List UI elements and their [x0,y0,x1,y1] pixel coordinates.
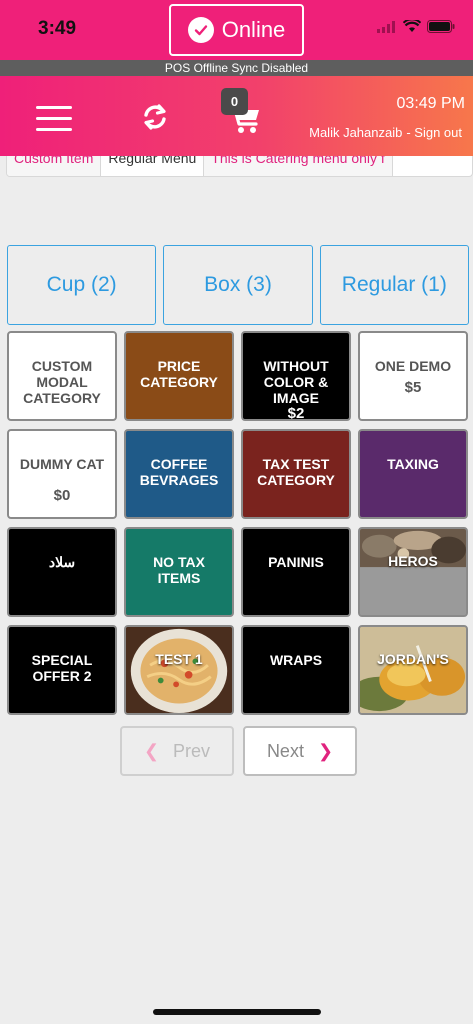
header-clock: 03:49 PM [396,95,465,112]
next-label: Next [266,740,304,761]
sub-category-regular[interactable]: Regular (1) [319,245,469,325]
next-button[interactable]: Next ❯ [243,726,357,776]
heros-food-image [360,529,466,615]
user-info: Malik Jahanzaib - Sign out [309,125,462,140]
category-tile[interactable]: JORDAN'S [358,625,468,715]
sign-out-link[interactable]: - Sign out [406,125,462,140]
category-name: CUSTOM MODAL CATEGORY [23,358,101,406]
category-name: TAXING [387,456,439,472]
category-price: $2 [287,405,305,421]
menu-icon[interactable] [36,106,72,132]
tab-regular-menu[interactable]: Regular Menu [101,156,205,176]
category-name: سلاد [48,554,76,570]
sync-notice: POS Offline Sync Disabled [0,60,473,76]
category-tile[interactable]: PANINIS [241,527,351,617]
check-circle-icon [187,17,214,43]
menu-tabs: Custom Item Regular Menu This is Caterin… [6,156,473,177]
category-tile[interactable]: SPECIAL OFFER 2 [7,625,117,715]
category-tile[interactable]: NO TAX ITEMS [124,527,234,617]
chevron-left-icon: ❮ [143,740,160,761]
sub-category-row: Cup (2) Box (3) Regular (1) [7,245,469,325]
category-name: TAX TEST CATEGORY [257,456,335,488]
category-tile[interactable]: WITHOUT COLOR & IMAGE $2 [241,331,351,421]
chevron-right-icon: ❯ [317,740,334,761]
category-name: NO TAX ITEMS [153,554,205,586]
cart-count-badge: 0 [221,88,248,115]
category-tile[interactable]: COFFEE BEVRAGES [124,429,234,519]
pasta-food-image [126,627,232,713]
prev-button[interactable]: ❮ Prev [120,726,234,776]
user-name: Malik Jahanzaib [309,125,403,140]
tab-catering-menu[interactable]: This is Catering menu only f [204,156,393,176]
category-name: PANINIS [268,554,324,570]
category-name: SPECIAL OFFER 2 [31,652,93,684]
category-name: ONE DEMO [374,358,452,374]
category-tile[interactable]: WRAPS [241,625,351,715]
category-price: $5 [404,379,422,396]
signal-icon [377,20,397,38]
pagination: ❮ Prev Next ❯ [120,726,357,776]
category-name: WITHOUT COLOR & IMAGE [263,358,329,406]
category-tile[interactable]: DUMMY CAT $0 [7,429,117,519]
system-icons [377,18,455,38]
online-status-button[interactable]: Online [169,4,304,56]
status-bar: 3:49 Online [0,0,473,60]
category-tile[interactable]: PRICE CATEGORY [124,331,234,421]
online-status-label: Online [221,17,286,42]
category-price: $0 [53,487,71,504]
wifi-icon [402,18,422,38]
category-name: JORDAN'S [377,651,449,667]
jordans-food-image [360,627,466,713]
category-name: TEST 1 [155,651,203,667]
sub-category-box[interactable]: Box (3) [163,245,313,325]
home-indicator [153,1009,321,1015]
tab-custom-item[interactable]: Custom Item [7,156,102,176]
category-name: HEROS [388,553,438,569]
category-name: DUMMY CAT [19,456,105,472]
category-grid: CUSTOM MODAL CATEGORY PRICE CATEGORY WIT… [7,331,469,715]
category-tile[interactable]: سلاد [7,527,117,617]
category-tile[interactable]: CUSTOM MODAL CATEGORY [7,331,117,421]
category-tile[interactable]: ONE DEMO $5 [358,331,468,421]
category-tile[interactable]: TAX TEST CATEGORY [241,429,351,519]
category-name: PRICE CATEGORY [140,358,218,390]
category-name: COFFEE BEVRAGES [139,456,219,488]
category-tile[interactable]: TAXING [358,429,468,519]
battery-icon [427,20,455,38]
status-time: 3:49 [38,18,77,39]
sub-category-cup[interactable]: Cup (2) [7,245,157,325]
category-tile[interactable]: TEST 1 [124,625,234,715]
app-header: 0 03:49 PM Malik Jahanzaib - Sign out [0,76,473,156]
category-tile[interactable]: HEROS [358,527,468,617]
sync-icon[interactable] [138,100,172,134]
category-name: WRAPS [269,652,323,668]
prev-label: Prev [173,740,211,761]
